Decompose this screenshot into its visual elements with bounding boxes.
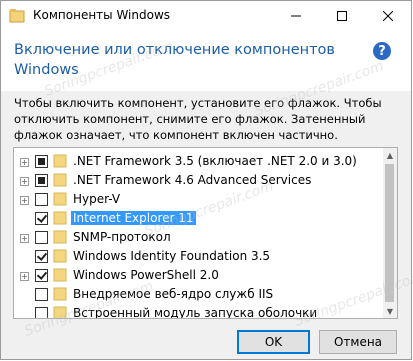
dialog-window: Компоненты Windows Включение или отключе… <box>0 0 413 360</box>
feature-label: .NET Framework 3.5 (включает .NET 2.0 и … <box>73 154 357 168</box>
feature-row[interactable]: + .NET Framework 3.5 (включает .NET 2.0 и… <box>14 152 384 172</box>
feature-checkbox[interactable] <box>35 212 48 225</box>
scroll-down-icon[interactable]: ▼ <box>383 304 397 318</box>
title-bar[interactable]: Компоненты Windows <box>1 1 411 31</box>
feature-checkbox[interactable] <box>35 193 48 206</box>
cancel-button[interactable]: Отмена <box>319 330 397 354</box>
feature-checkbox[interactable] <box>35 269 48 282</box>
feature-checkbox[interactable] <box>35 174 48 187</box>
feature-row[interactable]: + SNMP-протокол <box>14 228 384 248</box>
feature-checkbox[interactable] <box>35 307 48 318</box>
feature-row[interactable]: Internet Explorer 11 <box>14 209 384 229</box>
folder-icon <box>53 173 67 187</box>
folder-icon <box>53 249 67 263</box>
features-tree[interactable]: + .NET Framework 3.5 (включает .NET 2.0 и… <box>13 147 398 319</box>
expand-icon[interactable]: + <box>20 158 29 167</box>
feature-checkbox[interactable] <box>35 231 48 244</box>
feature-checkbox[interactable] <box>35 288 48 301</box>
expand-icon[interactable]: + <box>20 196 29 205</box>
feature-row[interactable]: + Windows PowerShell 2.0 <box>14 266 384 286</box>
feature-checkbox[interactable] <box>35 250 48 263</box>
close-icon <box>383 11 393 21</box>
folder-icon <box>53 306 67 318</box>
maximize-button[interactable] <box>319 1 365 31</box>
vertical-scrollbar[interactable]: ▲ ▼ <box>383 148 397 318</box>
ok-button[interactable]: OK <box>237 330 310 354</box>
instructions-text: Чтобы включить компонент, установите его… <box>14 96 382 142</box>
folder-icon <box>53 192 67 206</box>
feature-label: Internet Explorer 11 <box>71 211 196 225</box>
minimize-icon <box>291 15 301 17</box>
feature-label: SNMP-протокол <box>73 230 171 244</box>
help-icon[interactable]: ? <box>373 42 391 60</box>
maximize-icon <box>337 11 347 21</box>
expand-icon[interactable]: + <box>20 177 29 186</box>
windows-features-icon <box>9 9 25 23</box>
page-title: Включение или отключение компонентов Win… <box>14 42 335 78</box>
expand-icon[interactable]: + <box>20 272 29 281</box>
expand-icon[interactable]: + <box>20 234 29 243</box>
folder-icon <box>53 154 67 168</box>
feature-label: Windows PowerShell 2.0 <box>73 268 219 282</box>
folder-icon <box>53 287 67 301</box>
feature-label: Windows Identity Foundation 3.5 <box>73 249 271 263</box>
window-title: Компоненты Windows <box>33 8 171 22</box>
feature-label: Внедряемое веб-ядро служб IIS <box>73 287 274 301</box>
feature-row[interactable]: Windows Identity Foundation 3.5 <box>14 247 384 267</box>
minimize-button[interactable] <box>273 1 319 31</box>
folder-icon <box>53 211 67 225</box>
features-list: + .NET Framework 3.5 (включает .NET 2.0 и… <box>14 148 384 318</box>
feature-row[interactable]: Встроенный модуль запуска оболочки <box>14 304 384 318</box>
close-button[interactable] <box>365 1 411 31</box>
feature-label: .NET Framework 4.6 Advanced Services <box>73 173 312 187</box>
feature-label: Встроенный модуль запуска оболочки <box>73 306 318 318</box>
feature-label: Hyper-V <box>73 192 121 206</box>
scroll-thumb[interactable] <box>385 164 394 302</box>
feature-row[interactable]: + .NET Framework 4.6 Advanced Services <box>14 171 384 191</box>
feature-checkbox[interactable] <box>35 155 48 168</box>
feature-row[interactable]: Внедряемое веб-ядро служб IIS <box>14 285 384 305</box>
folder-icon <box>53 268 67 282</box>
feature-row[interactable]: + Hyper-V <box>14 190 384 210</box>
scroll-up-icon[interactable]: ▲ <box>383 148 397 162</box>
folder-icon <box>53 230 67 244</box>
header-panel: Включение или отключение компонентов Win… <box>1 31 411 91</box>
